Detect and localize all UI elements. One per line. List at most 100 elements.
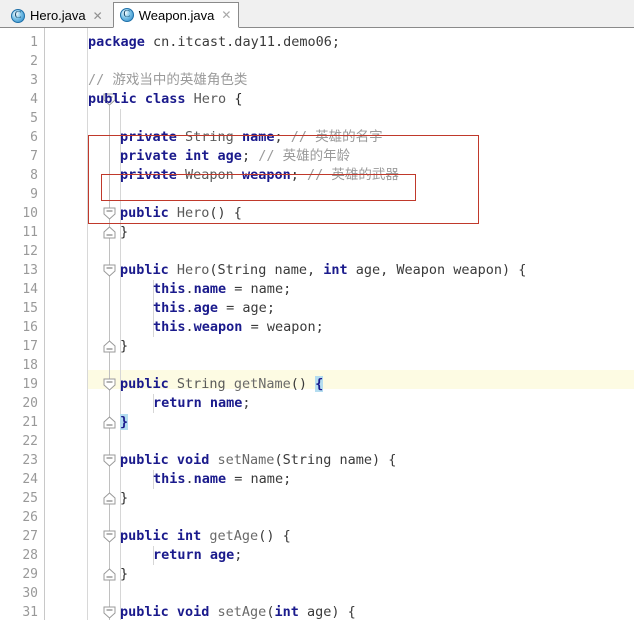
code-token: = name; <box>226 471 292 487</box>
code-token: () { <box>258 528 291 544</box>
line-number: 17 <box>22 339 38 354</box>
code-token: this <box>153 319 186 335</box>
code-token: this <box>153 281 186 297</box>
code-token: . <box>185 319 194 335</box>
line-number: 10 <box>22 206 38 221</box>
code-line[interactable]: private int age; // 英雄的年龄 <box>120 147 350 166</box>
code-token: this <box>153 300 186 316</box>
code-line[interactable]: return name; <box>153 394 251 413</box>
code-line[interactable]: this.age = age; <box>153 299 275 318</box>
line-number-gutter: 1 2 3 4 5 6 7 8 9 10 11 12 13 14 15 16 17 18 19 20 21 22 23 24 2… <box>0 28 44 620</box>
code-token: age) { <box>298 604 356 620</box>
code-token: public int <box>120 528 202 544</box>
line-number: 23 <box>22 453 38 468</box>
line-number: 7 <box>30 149 38 164</box>
code-line[interactable]: package cn.itcast.day11.demo06; <box>88 33 340 52</box>
line-number: 24 <box>22 472 38 487</box>
code-line[interactable]: public class Hero { <box>88 90 242 109</box>
code-line[interactable]: } <box>120 337 128 356</box>
code-line[interactable]: } <box>120 565 128 584</box>
code-token: name <box>193 471 227 487</box>
code-token: public <box>120 205 169 221</box>
code-token: } <box>120 414 129 430</box>
code-editor[interactable]: 1 2 3 4 5 6 7 8 9 10 11 12 13 14 15 16 17 18 19 20 21 22 23 24 2… <box>0 28 634 620</box>
line-number: 4 <box>30 92 38 107</box>
code-token: . <box>185 471 194 487</box>
code-token: weapon <box>193 319 243 335</box>
code-token: () { <box>209 205 242 221</box>
code-line[interactable]: } <box>120 489 128 508</box>
code-token: private <box>120 129 177 145</box>
code-line[interactable]: return age; <box>153 546 242 565</box>
code-token: // 游戏当中的英雄角色类 <box>88 72 248 88</box>
code-line[interactable]: this.weapon = weapon; <box>153 318 324 337</box>
line-number: 3 <box>30 73 38 88</box>
editor-tab-bar: C Hero.java ✕ C Weapon.java ✕ <box>0 0 634 28</box>
code-token: private <box>120 167 177 183</box>
code-line[interactable]: public Hero() { <box>120 204 242 223</box>
tab-weapon-java[interactable]: C Weapon.java ✕ <box>112 2 240 28</box>
code-token: ; <box>234 547 243 563</box>
code-line[interactable]: public Hero(String name, int age, Weapon… <box>120 261 526 280</box>
line-number: 12 <box>22 244 38 259</box>
close-icon[interactable]: ✕ <box>93 10 103 22</box>
code-token: age, Weapon weapon) { <box>347 262 527 278</box>
code-token: public <box>120 262 169 278</box>
code-token: ; <box>241 148 251 164</box>
code-line[interactable]: private String name; // 英雄的名字 <box>120 128 383 147</box>
line-number: 25 <box>22 491 38 506</box>
code-token: int <box>323 262 348 278</box>
line-number: 5 <box>30 111 38 126</box>
code-token: = weapon; <box>242 319 324 335</box>
code-line[interactable]: public void setName(String name) { <box>120 451 396 470</box>
line-number: 19 <box>22 377 38 392</box>
code-token: int <box>274 604 299 620</box>
code-line[interactable]: public String getName() { <box>120 375 324 394</box>
line-number: 21 <box>22 415 38 430</box>
code-token: setName <box>209 452 275 468</box>
code-line[interactable]: public int getAge() { <box>120 527 291 546</box>
code-folding-gutter[interactable] <box>44 28 116 620</box>
code-token: private int <box>120 148 210 164</box>
tab-hero-java[interactable]: C Hero.java ✕ <box>4 3 111 27</box>
code-token: package <box>88 34 145 50</box>
line-number: 22 <box>22 434 38 449</box>
line-number: 28 <box>22 548 38 563</box>
java-class-icon: C <box>119 8 134 22</box>
code-token: (String name, <box>209 262 324 278</box>
code-token: { <box>234 91 243 107</box>
code-token: age <box>193 300 219 316</box>
code-token: getAge <box>201 528 259 544</box>
code-line[interactable]: // 游戏当中的英雄角色类 <box>88 71 247 90</box>
code-line[interactable]: this.name = name; <box>153 280 291 299</box>
code-token: name <box>193 281 227 297</box>
code-line[interactable]: public void setAge(int age) { <box>120 603 356 620</box>
code-token: String <box>168 376 234 392</box>
close-icon[interactable]: ✕ <box>221 9 231 21</box>
line-number: 2 <box>30 54 38 69</box>
code-token: ; <box>242 395 251 411</box>
line-number: 20 <box>22 396 38 411</box>
code-token: // 英雄的名字 <box>282 129 383 145</box>
code-token: return name <box>153 395 243 411</box>
code-line[interactable]: } <box>120 413 129 432</box>
line-number: 30 <box>22 586 38 601</box>
line-number: 27 <box>22 529 38 544</box>
code-token: name <box>241 129 275 145</box>
code-line[interactable]: private Weapon weapon; // 英雄的武器 <box>120 166 399 185</box>
code-token: // 英雄的年龄 <box>250 148 351 164</box>
code-token: // 英雄的武器 <box>298 167 399 183</box>
java-class-icon: C <box>11 8 25 23</box>
code-token: return age <box>153 547 235 563</box>
code-line[interactable]: this.name = name; <box>153 470 291 489</box>
code-text-area[interactable]: package cn.itcast.day11.demo06; // 游戏当中的英… <box>88 28 634 620</box>
code-token: Hero <box>168 262 210 278</box>
line-number: 14 <box>22 282 38 297</box>
line-number: 15 <box>22 301 38 316</box>
code-line[interactable]: } <box>120 223 128 242</box>
line-number: 29 <box>22 567 38 582</box>
line-number: 8 <box>30 168 38 183</box>
line-number: 9 <box>30 187 38 202</box>
code-token: public <box>120 376 169 392</box>
